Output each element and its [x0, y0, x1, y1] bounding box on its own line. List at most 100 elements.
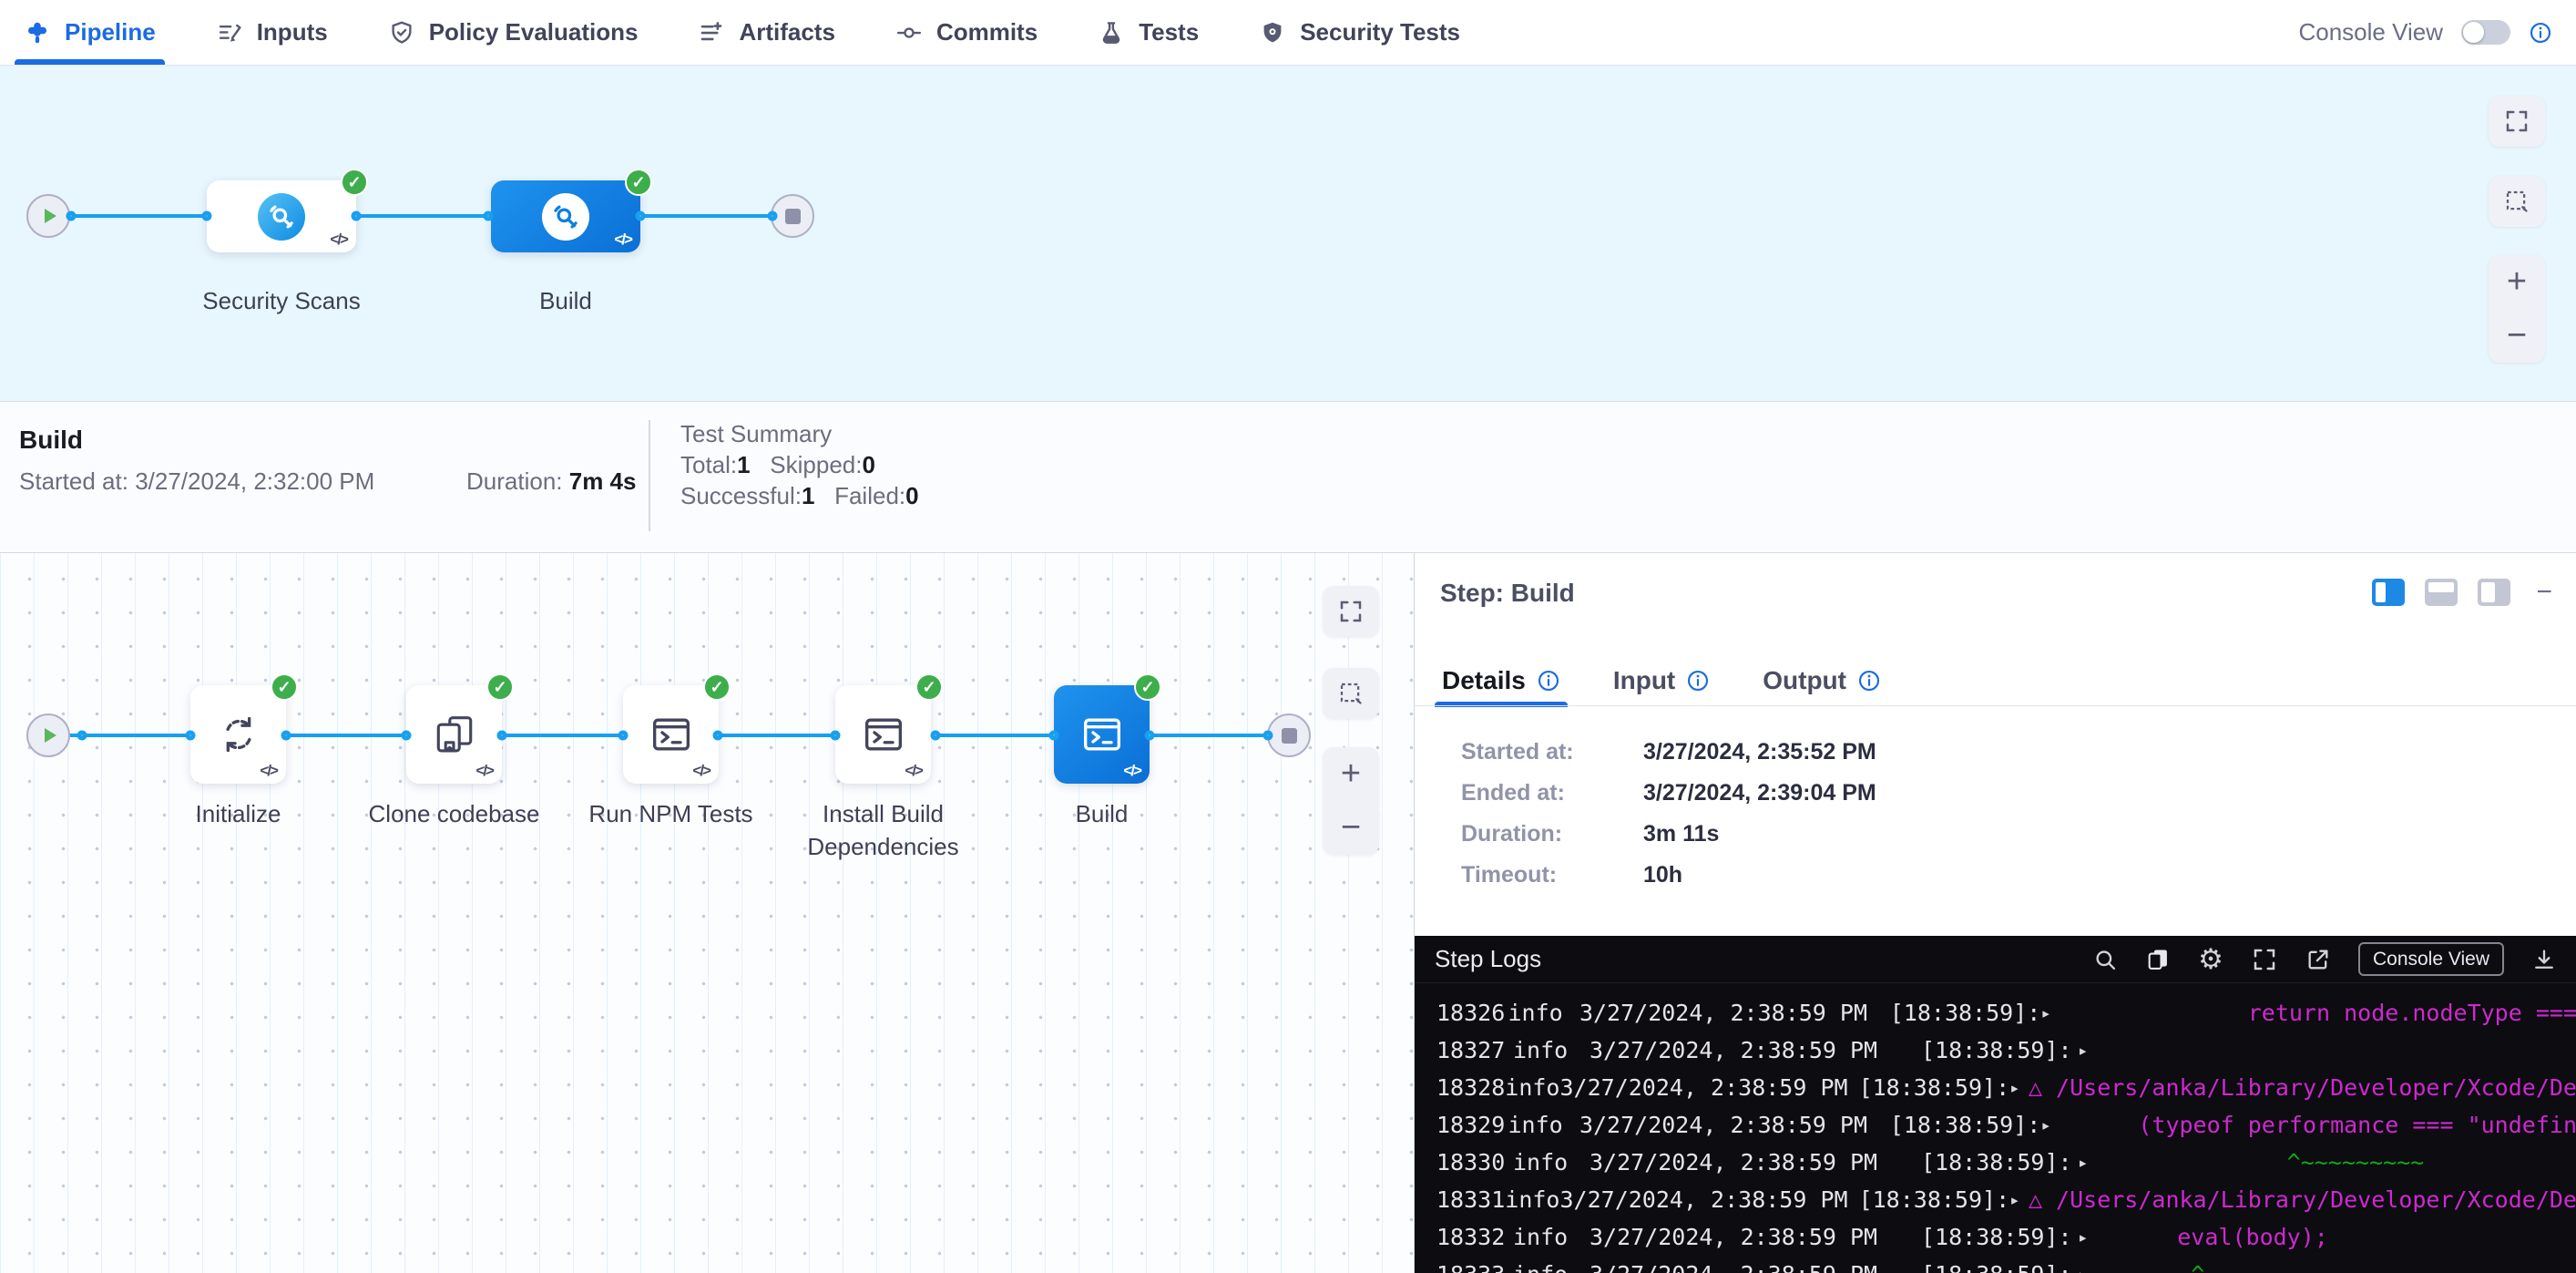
- log-line: 18328 info 3/27/2024, 2:38:59 PM [18:38:…: [1436, 1069, 2576, 1106]
- layout-split-left-button[interactable]: [2372, 579, 2405, 606]
- artifacts-icon: [698, 19, 725, 46]
- log-expand-arrow[interactable]: ▸: [2009, 1078, 2029, 1098]
- marquee-select-button[interactable]: [1323, 668, 1379, 719]
- nav-tab-security-tests[interactable]: Security Tests: [1259, 0, 1460, 65]
- commits-icon: [895, 19, 923, 46]
- log-line: 18332 info 3/27/2024, 2:38:59 PM [18:38:…: [1436, 1218, 2576, 1256]
- nav-tab-inputs[interactable]: Inputs: [216, 0, 328, 65]
- pipeline-node-clone-codebase[interactable]: </> ✓: [406, 685, 502, 784]
- zoom-controls: + −: [2489, 255, 2545, 363]
- log-time: [18:38:59]:: [1921, 1224, 2078, 1250]
- detail-row-started-at-: Started at: 3/27/2024, 2:35:52 PM: [1461, 732, 1876, 773]
- node-label-security-scans: Security Scans: [145, 284, 418, 317]
- log-level: info: [1505, 1186, 1559, 1213]
- terminal-icon: [1079, 712, 1125, 757]
- code-icon: </>: [330, 231, 347, 249]
- pipeline-node-build[interactable]: </> ✓: [491, 180, 640, 252]
- policy-icon: [388, 19, 415, 46]
- edge-connector-dot: [281, 731, 291, 741]
- log-expand-arrow[interactable]: ▸: [2009, 1190, 2029, 1210]
- log-expand-arrow[interactable]: ▸: [2078, 1227, 2109, 1247]
- nav-tab-policy-evaluations[interactable]: Policy Evaluations: [388, 0, 639, 65]
- layout-split-right-button[interactable]: [2478, 579, 2510, 606]
- external-link-icon[interactable]: [2305, 947, 2331, 972]
- log-expand-arrow[interactable]: ▸: [2040, 1003, 2070, 1023]
- success-check-icon: ✓: [703, 673, 731, 701]
- collapse-panel-button[interactable]: −: [2536, 579, 2552, 606]
- layout-split-bottom-button[interactable]: [2425, 579, 2458, 606]
- log-expand-arrow[interactable]: ▸: [2078, 1153, 2109, 1173]
- log-expand-arrow[interactable]: ▸: [2078, 1041, 2109, 1061]
- log-date: 3/27/2024, 2:38:59 PM: [1590, 1224, 1910, 1250]
- start-node[interactable]: [26, 194, 70, 238]
- tab-output[interactable]: Output: [1763, 655, 1881, 706]
- node-label-initialize: Initialize: [116, 797, 362, 830]
- edge-connector-dot: [831, 731, 841, 741]
- stage-graph-canvas[interactable]: </> ✓ Security Scans </> ✓ Build + −: [0, 66, 2576, 402]
- zoom-in-button[interactable]: +: [1323, 747, 1379, 801]
- expand-canvas-button[interactable]: [1323, 586, 1379, 637]
- initialize-sync-icon: [216, 712, 261, 757]
- zoom-in-button[interactable]: +: [2489, 255, 2545, 309]
- pipeline-node-install-build-dependencies[interactable]: </> ✓: [835, 685, 931, 784]
- edge-connector-dot: [484, 211, 494, 221]
- success-check-icon: ✓: [915, 673, 943, 701]
- tab-details[interactable]: Details: [1442, 655, 1560, 706]
- log-content: △ /Users/anka/Library/Developer/Xcode/De: [2029, 1074, 2576, 1101]
- nav-tab-label: Commits: [936, 18, 1038, 46]
- pipeline-node-build[interactable]: </> ✓: [1054, 685, 1150, 784]
- node-label-build: Build: [979, 797, 1225, 830]
- download-logs-icon[interactable]: [2531, 947, 2557, 972]
- console-view-button[interactable]: Console View: [2358, 942, 2504, 976]
- log-date: 3/27/2024, 2:38:59 PM: [1579, 1112, 1879, 1138]
- gear-icon[interactable]: ⚙: [2198, 945, 2223, 973]
- zoom-out-button[interactable]: −: [2489, 309, 2545, 363]
- fullscreen-icon[interactable]: [2251, 946, 2278, 973]
- log-expand-arrow[interactable]: ▸: [2040, 1115, 2070, 1135]
- search-icon[interactable]: [2092, 947, 2118, 972]
- info-icon[interactable]: [1537, 669, 1560, 693]
- stage-started-at: Started at: 3/27/2024, 2:32:00 PM: [19, 467, 374, 496]
- marquee-select-button[interactable]: [2489, 176, 2545, 227]
- pipeline-node-security-scans[interactable]: </> ✓: [207, 180, 356, 252]
- log-content: ^~~~~~~~~~: [2109, 1149, 2424, 1175]
- end-node[interactable]: [1267, 713, 1311, 757]
- nav-tab-commits[interactable]: Commits: [895, 0, 1038, 65]
- log-level: info: [1513, 1037, 1590, 1063]
- tab-input[interactable]: Input: [1613, 655, 1710, 706]
- nav-tab-artifacts[interactable]: Artifacts: [698, 0, 834, 65]
- code-icon: </>: [614, 231, 631, 249]
- terminal-icon: [649, 712, 694, 757]
- clone-codebase-icon: [432, 712, 477, 757]
- pipeline-node-initialize[interactable]: </> ✓: [190, 685, 286, 784]
- info-icon[interactable]: [1857, 669, 1881, 693]
- node-label-run-npm-tests: Run NPM Tests: [548, 797, 794, 830]
- edge-connector-dot: [1049, 731, 1059, 741]
- divider: [1415, 705, 2576, 706]
- log-time: [18:38:59]:: [1921, 1037, 2078, 1063]
- detail-label: Ended at:: [1461, 780, 1643, 806]
- code-icon: </>: [1123, 762, 1140, 780]
- detail-value: 3m 11s: [1643, 821, 1719, 847]
- step-graph-canvas[interactable]: </> ✓ Initialize </> ✓ Clone codebase </…: [0, 553, 1414, 1273]
- detail-value: 10h: [1643, 862, 1682, 888]
- step-panel-tabs: Details Input Output: [1442, 655, 1881, 706]
- copy-icon[interactable]: [2145, 947, 2171, 972]
- pipeline-node-run-npm-tests[interactable]: </> ✓: [623, 685, 719, 784]
- nav-tab-label: Artifacts: [739, 18, 834, 46]
- start-node[interactable]: [26, 713, 70, 757]
- log-date: 3/27/2024, 2:38:59 PM: [1559, 1074, 1847, 1101]
- tests-icon: [1098, 19, 1125, 46]
- info-icon[interactable]: [2529, 21, 2552, 45]
- play-icon: [41, 206, 59, 226]
- log-content: eval(body);: [2109, 1224, 2328, 1250]
- nav-tab-pipeline[interactable]: Pipeline: [24, 0, 156, 65]
- expand-canvas-button[interactable]: [2489, 96, 2545, 147]
- log-expand-arrow[interactable]: ▸: [2078, 1265, 2109, 1273]
- log-level: info: [1513, 1261, 1590, 1273]
- nav-tab-tests[interactable]: Tests: [1098, 0, 1199, 65]
- console-view-toggle[interactable]: [2461, 20, 2510, 45]
- info-icon[interactable]: [1686, 669, 1710, 693]
- edge-connector-dot: [768, 211, 778, 221]
- zoom-out-button[interactable]: −: [1323, 801, 1379, 855]
